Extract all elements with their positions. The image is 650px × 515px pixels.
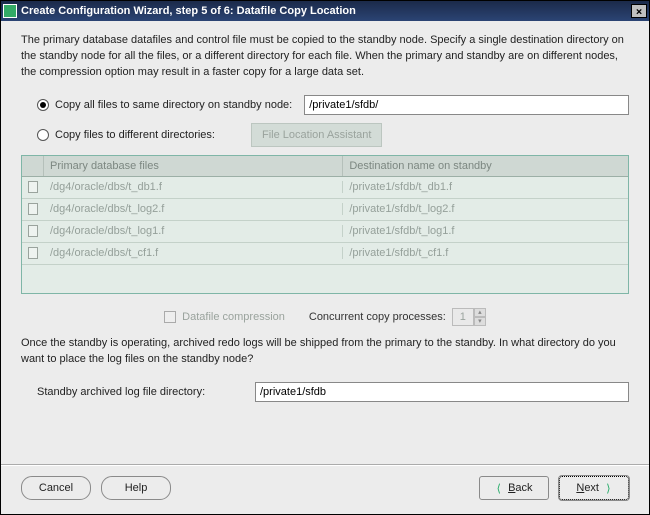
compress-label: Datafile compression (182, 311, 285, 323)
standby-log-label: Standby archived log file directory: (37, 386, 247, 398)
spinner-up-icon: ▴ (474, 308, 486, 317)
datafile-icon (28, 181, 38, 193)
next-label: Next (576, 482, 599, 494)
table-empty-space (22, 265, 628, 293)
logfile-icon (28, 203, 38, 215)
close-button[interactable]: × (631, 4, 647, 18)
row-src: /dg4/oracle/dbs/t_cf1.f (44, 247, 343, 259)
intro-text: The primary database datafiles and contr… (21, 33, 629, 81)
processes-label: Concurrent copy processes: (309, 311, 446, 323)
row-src: /dg4/oracle/dbs/t_log1.f (44, 225, 343, 237)
app-icon (3, 4, 17, 18)
wizard-window: Create Configuration Wizard, step 5 of 6… (0, 0, 650, 515)
row-dst: /private1/sfdb/t_cf1.f (343, 247, 628, 259)
standby-log-row: Standby archived log file directory: (37, 382, 629, 402)
row-src: /dg4/oracle/dbs/t_log2.f (44, 203, 343, 215)
spinner-down-icon: ▾ (474, 317, 486, 326)
content-area: The primary database datafiles and contr… (1, 21, 649, 464)
chevron-left-icon: ⟨ (495, 482, 502, 495)
processes-spinner: ▴ ▾ (452, 308, 486, 326)
table-row[interactable]: /dg4/oracle/dbs/t_cf1.f /private1/sfdb/t… (22, 243, 628, 265)
button-bar: Cancel Help ⟨ Back Next ⟩ (1, 464, 649, 514)
row-src: /dg4/oracle/dbs/t_db1.f (44, 181, 343, 193)
table-row[interactable]: /dg4/oracle/dbs/t_log2.f /private1/sfdb/… (22, 199, 628, 221)
table-header-destination: Destination name on standby (343, 156, 628, 176)
back-label: Back (508, 482, 532, 494)
table-body: /dg4/oracle/dbs/t_db1.f /private1/sfdb/t… (22, 177, 628, 293)
next-button[interactable]: Next ⟩ (559, 476, 629, 500)
table-row[interactable]: /dg4/oracle/dbs/t_log1.f /private1/sfdb/… (22, 221, 628, 243)
processes-input (452, 308, 474, 326)
radio-diff-dir[interactable] (37, 129, 49, 141)
row-dst: /private1/sfdb/t_db1.f (343, 181, 628, 193)
window-title: Create Configuration Wizard, step 5 of 6… (21, 5, 356, 17)
table-header-primary: Primary database files (44, 156, 343, 176)
controlfile-icon (28, 247, 38, 259)
standby-log-input[interactable] (255, 382, 629, 402)
compress-option: Datafile compression (164, 311, 285, 323)
option-diff-directories[interactable]: Copy files to different directories: Fil… (37, 123, 629, 147)
options-row: Datafile compression Concurrent copy pro… (21, 308, 629, 326)
title-bar[interactable]: Create Configuration Wizard, step 5 of 6… (1, 1, 649, 21)
help-button[interactable]: Help (101, 476, 171, 500)
cancel-button[interactable]: Cancel (21, 476, 91, 500)
radio-same-dir[interactable] (37, 99, 49, 111)
table-header: Primary database files Destination name … (22, 156, 628, 177)
back-button[interactable]: ⟨ Back (479, 476, 549, 500)
same-dir-input[interactable] (304, 95, 629, 115)
file-location-assistant-button: File Location Assistant (251, 123, 382, 147)
standby-intro-text: Once the standby is operating, archived … (21, 336, 629, 368)
row-dst: /private1/sfdb/t_log2.f (343, 203, 628, 215)
option-same-directory[interactable]: Copy all files to same directory on stan… (37, 95, 629, 115)
logfile-icon (28, 225, 38, 237)
chevron-right-icon: ⟩ (605, 482, 612, 495)
table-header-icon (22, 156, 44, 176)
compress-checkbox (164, 311, 176, 323)
row-dst: /private1/sfdb/t_log1.f (343, 225, 628, 237)
table-row[interactable]: /dg4/oracle/dbs/t_db1.f /private1/sfdb/t… (22, 177, 628, 199)
radio-diff-dir-label: Copy files to different directories: (55, 129, 245, 141)
radio-same-dir-label: Copy all files to same directory on stan… (55, 99, 292, 111)
file-table: Primary database files Destination name … (21, 155, 629, 294)
